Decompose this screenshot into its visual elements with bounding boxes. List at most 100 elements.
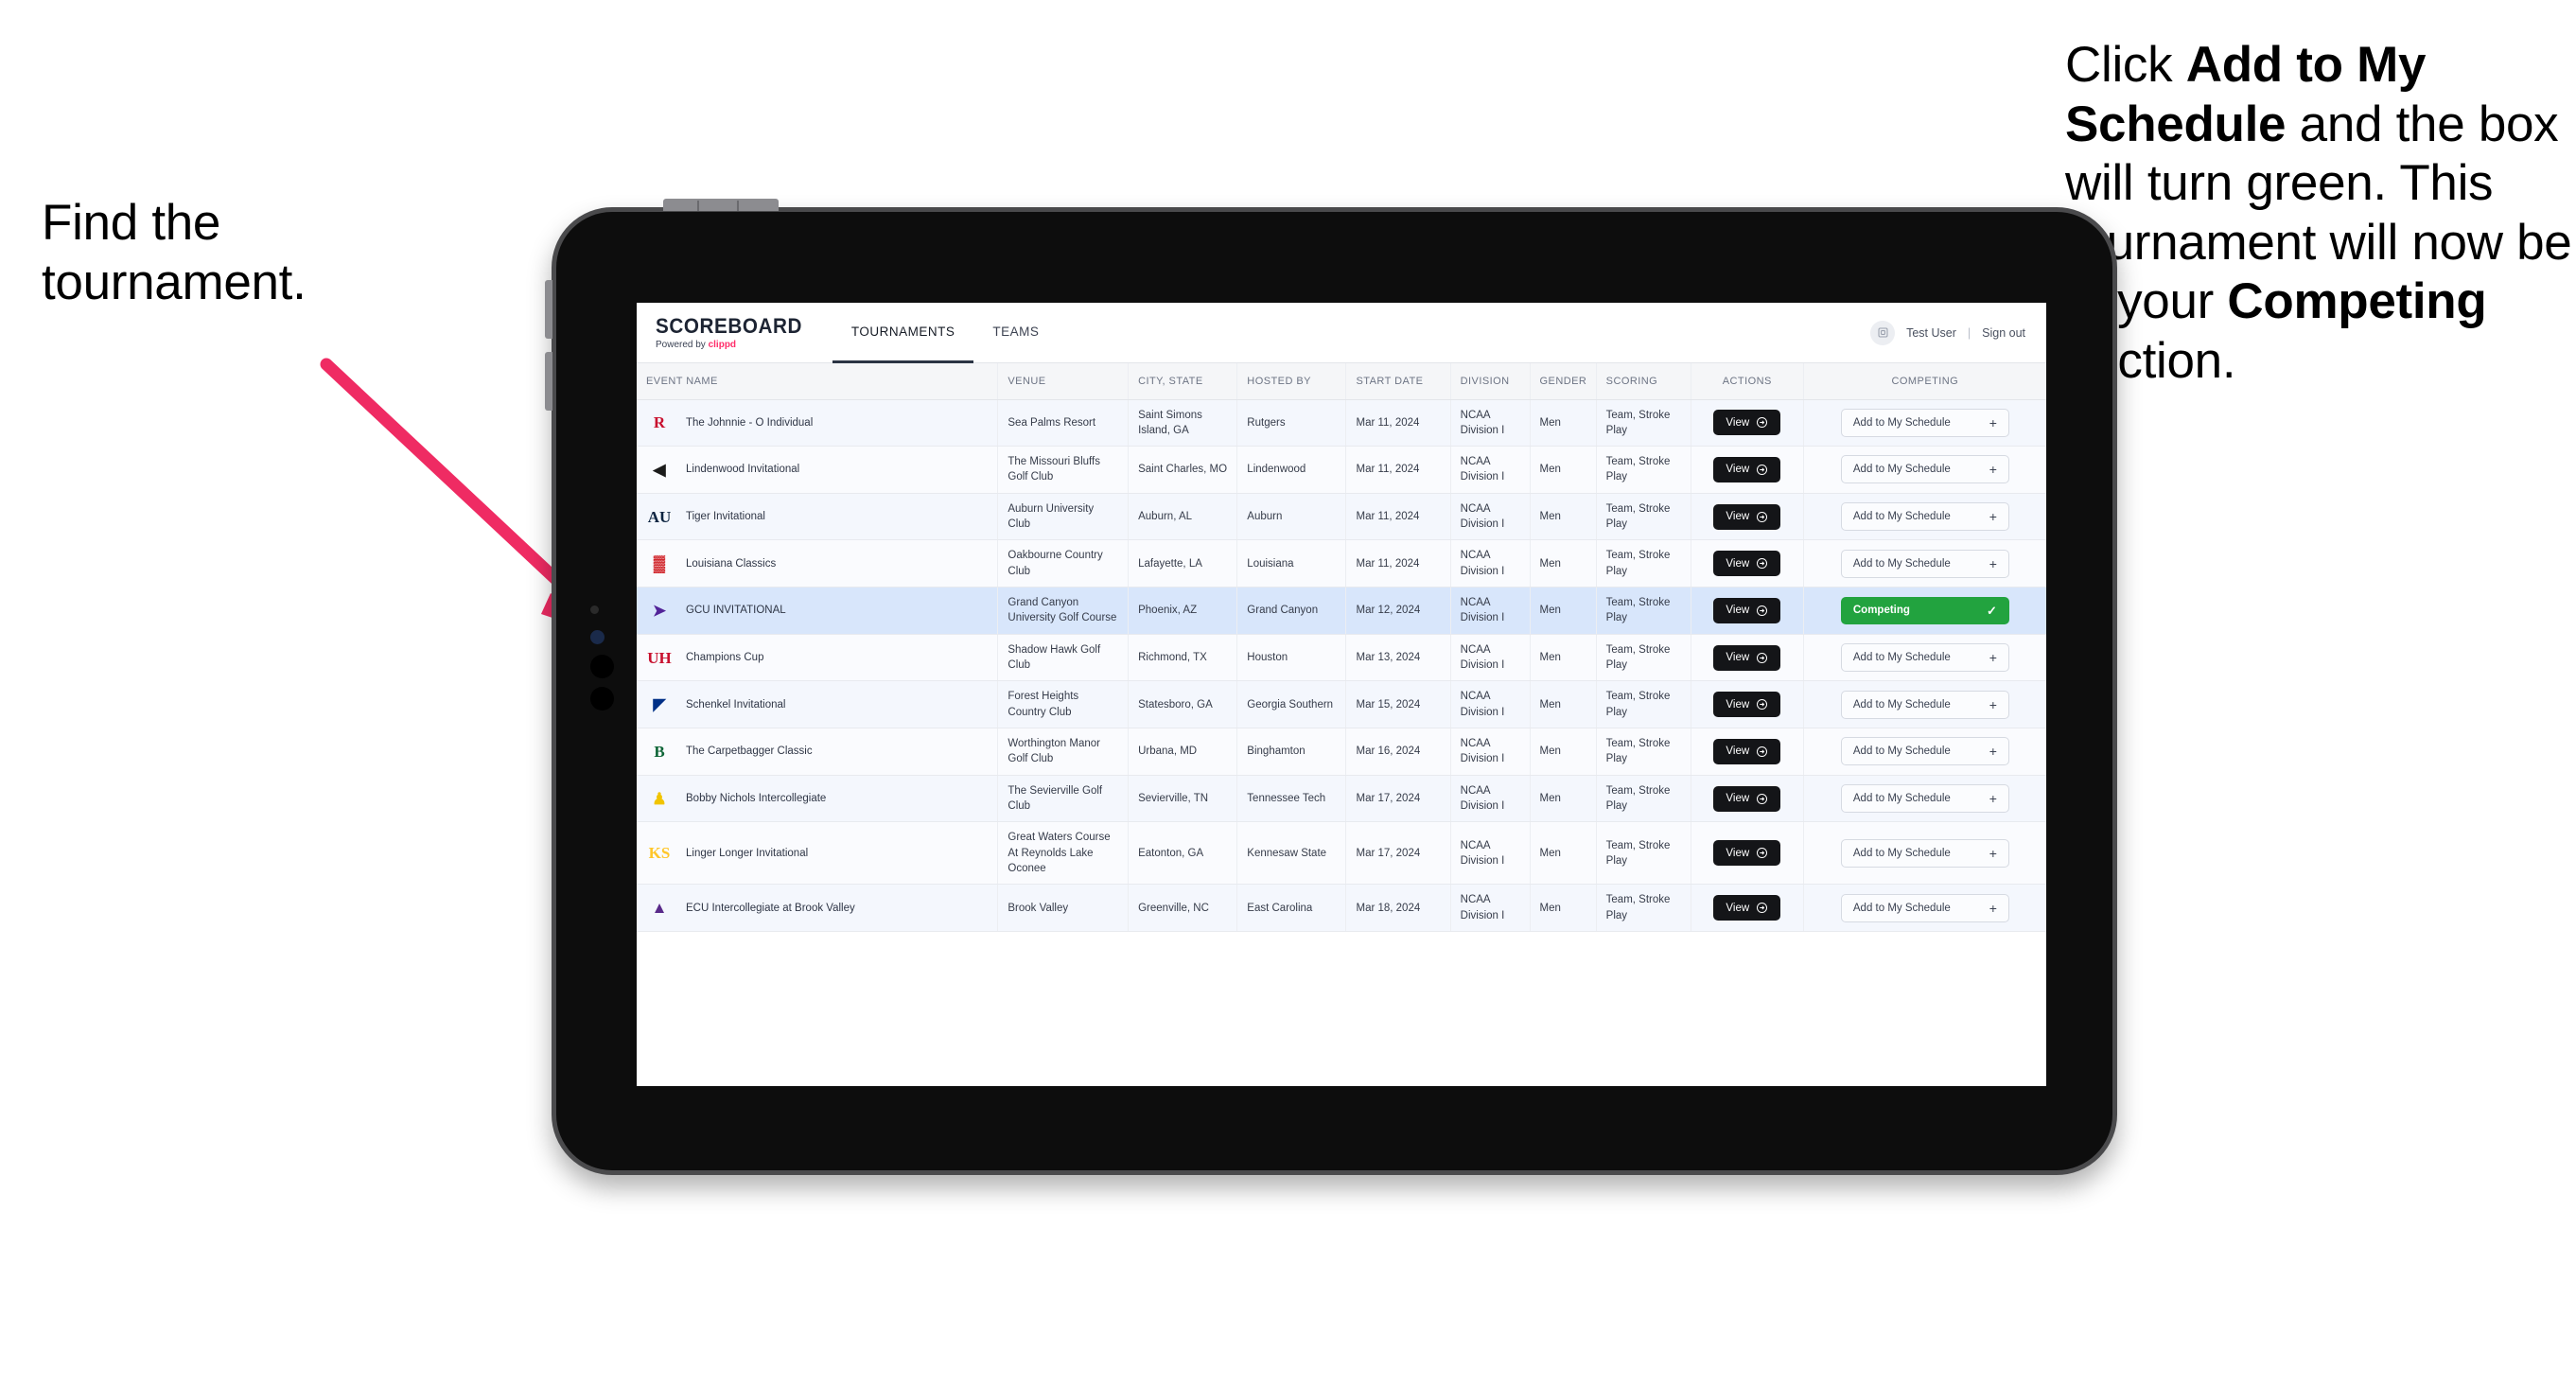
cell-venue: Forest Heights Country Club	[997, 680, 1130, 729]
table-body: R The Johnnie - O Individual Sea Palms R…	[637, 399, 2046, 933]
col-competing[interactable]: COMPETING	[1803, 363, 2046, 400]
cell-start-date: Mar 17, 2024	[1345, 821, 1451, 886]
tablet-power-button[interactable]	[663, 199, 779, 211]
col-venue[interactable]: VENUE	[997, 363, 1130, 400]
col-actions[interactable]: ACTIONS	[1691, 363, 1804, 400]
col-start-date[interactable]: START DATE	[1345, 363, 1451, 400]
cell-gender: Men	[1530, 821, 1597, 886]
add-to-my-schedule-button[interactable]: Add to My Schedule +	[1840, 893, 2009, 922]
arrow-circle-right-icon	[1757, 652, 1768, 663]
add-button-label: Add to My Schedule	[1852, 652, 1951, 664]
cell-gender: Men	[1530, 728, 1597, 776]
cell-gender: Men	[1530, 680, 1597, 729]
tablet-volume-up-button[interactable]	[545, 280, 552, 339]
col-hosted-by[interactable]: HOSTED BY	[1236, 363, 1347, 400]
table-row[interactable]: ▓ Louisiana Classics Oakbourne Country C…	[637, 539, 2046, 588]
cell-hosted-by: Grand Canyon	[1236, 587, 1347, 635]
table-row[interactable]: B The Carpetbagger Classic Worthington M…	[637, 728, 2046, 776]
view-button-label: View	[1726, 652, 1750, 664]
cell-gender: Men	[1530, 634, 1597, 682]
arrow-circle-right-icon	[1757, 848, 1768, 859]
cell-hosted-by: Kennesaw State	[1236, 821, 1347, 886]
plus-icon: +	[1989, 509, 1997, 525]
tournaments-table-container[interactable]: EVENT NAME VENUE CITY, STATE HOSTED BY S…	[637, 363, 2046, 1086]
team-logo-icon: ➤	[652, 601, 667, 620]
add-to-my-schedule-button[interactable]: Add to My Schedule +	[1840, 643, 2009, 673]
add-to-my-schedule-button[interactable]: Add to My Schedule +	[1840, 784, 2009, 814]
plus-icon: +	[1989, 696, 1997, 712]
col-city-state[interactable]: CITY, STATE	[1128, 363, 1238, 400]
arrow-circle-right-icon	[1757, 464, 1768, 476]
add-to-my-schedule-button[interactable]: Add to My Schedule +	[1840, 838, 2009, 868]
cell-scoring: Team, Stroke Play	[1596, 587, 1691, 635]
add-to-my-schedule-button[interactable]: Add to My Schedule +	[1840, 690, 2009, 719]
view-button[interactable]: View	[1713, 785, 1781, 812]
cell-city-state: Eatonton, GA	[1128, 821, 1238, 886]
cell-competing: Add to My Schedule +	[1803, 680, 2046, 729]
event-name-label: GCU INVITATIONAL	[686, 605, 786, 617]
add-to-my-schedule-button[interactable]: Add to My Schedule +	[1840, 737, 2009, 766]
cell-start-date: Mar 15, 2024	[1345, 680, 1451, 729]
view-button[interactable]: View	[1713, 456, 1781, 482]
user-avatar-icon[interactable]	[1870, 320, 1896, 345]
team-logo-icon: B	[654, 742, 665, 761]
event-name-label: Lindenwood Invitational	[686, 464, 800, 476]
plus-icon: +	[1989, 900, 1997, 916]
col-scoring[interactable]: SCORING	[1596, 363, 1691, 400]
table-row[interactable]: ▲ ECU Intercollegiate at Brook Valley Br…	[637, 884, 2046, 933]
add-to-my-schedule-button[interactable]: Add to My Schedule +	[1840, 502, 2009, 532]
table-row[interactable]: ♟ Bobby Nichols Intercollegiate The Sevi…	[637, 775, 2046, 823]
app-screen: SCOREBOARD Powered by clippd TOURNAMENTS…	[637, 303, 2046, 1086]
view-button[interactable]: View	[1713, 410, 1781, 436]
tablet-volume-down-button[interactable]	[545, 352, 552, 411]
camera-icon	[590, 605, 599, 614]
tab-teams[interactable]: TEAMS	[973, 303, 1058, 363]
add-to-my-schedule-button[interactable]: Add to My Schedule +	[1840, 455, 2009, 484]
view-button[interactable]: View	[1713, 597, 1781, 623]
view-button[interactable]: View	[1713, 895, 1781, 921]
cell-actions: View	[1691, 493, 1804, 541]
brand-logo[interactable]: SCOREBOARD Powered by clippd	[637, 303, 832, 362]
col-division[interactable]: DIVISION	[1450, 363, 1531, 400]
add-to-my-schedule-button[interactable]: Add to My Schedule +	[1840, 549, 2009, 578]
add-to-my-schedule-button[interactable]: Add to My Schedule +	[1840, 408, 2009, 437]
header-spacer	[1058, 303, 1870, 362]
cell-competing: Competing ✓	[1803, 587, 2046, 635]
cell-actions: View	[1691, 728, 1804, 776]
competing-button[interactable]: Competing ✓	[1840, 596, 2009, 624]
cell-event-name: ♟ Bobby Nichols Intercollegiate	[637, 775, 999, 823]
table-row[interactable]: KS Linger Longer Invitational Great Wate…	[637, 821, 2046, 886]
view-button[interactable]: View	[1713, 840, 1781, 867]
tab-tournaments[interactable]: TOURNAMENTS	[832, 303, 974, 363]
table-row[interactable]: UH Champions Cup Shadow Hawk Golf Club R…	[637, 634, 2046, 682]
cell-venue: Oakbourne Country Club	[997, 539, 1130, 588]
table-row[interactable]: ◀ Lindenwood Invitational The Missouri B…	[637, 446, 2046, 494]
col-gender[interactable]: GENDER	[1530, 363, 1597, 400]
table-row[interactable]: R The Johnnie - O Individual Sea Palms R…	[637, 399, 2046, 447]
add-button-label: Add to My Schedule	[1852, 698, 1951, 711]
cell-division: NCAA Division I	[1450, 728, 1531, 776]
cell-hosted-by: Georgia Southern	[1236, 680, 1347, 729]
table-row[interactable]: ➤ GCU INVITATIONAL Grand Canyon Universi…	[637, 587, 2046, 635]
plus-icon: +	[1989, 845, 1997, 861]
cell-scoring: Team, Stroke Play	[1596, 884, 1691, 933]
view-button[interactable]: View	[1713, 738, 1781, 764]
team-logo-icon: KS	[648, 844, 671, 863]
cell-competing: Add to My Schedule +	[1803, 446, 2046, 494]
cell-venue: Grand Canyon University Golf Course	[997, 587, 1130, 635]
cell-event-name: ▲ ECU Intercollegiate at Brook Valley	[637, 884, 999, 933]
brand-title: SCOREBOARD	[656, 313, 803, 338]
cell-division: NCAA Division I	[1450, 680, 1531, 729]
table-row[interactable]: ◤ Schenkel Invitational Forest Heights C…	[637, 680, 2046, 729]
team-logo-icon: UH	[647, 648, 672, 667]
view-button[interactable]: View	[1713, 692, 1781, 718]
table-row[interactable]: AU Tiger Invitational Auburn University …	[637, 493, 2046, 541]
view-button[interactable]: View	[1713, 644, 1781, 671]
cell-event-name: R The Johnnie - O Individual	[637, 399, 999, 447]
view-button[interactable]: View	[1713, 551, 1781, 577]
col-event-name[interactable]: EVENT NAME	[637, 363, 999, 400]
cell-city-state: Saint Charles, MO	[1128, 446, 1238, 494]
sign-out-link[interactable]: Sign out	[1982, 326, 2025, 340]
view-button[interactable]: View	[1713, 503, 1781, 530]
cell-gender: Men	[1530, 493, 1597, 541]
